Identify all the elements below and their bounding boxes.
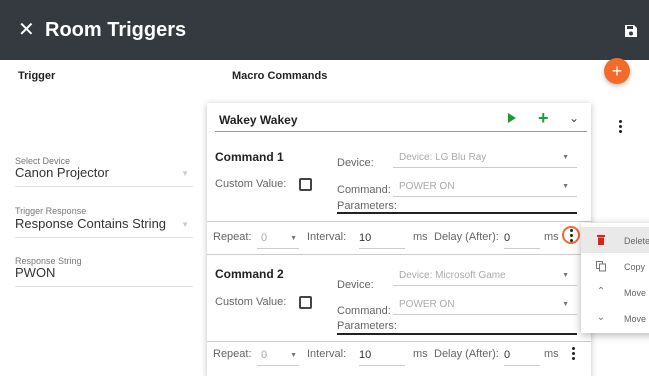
command-2-interval-value: 10	[359, 349, 372, 361]
command-1-interval-input[interactable]: 10	[359, 229, 405, 249]
command-1-interval-unit: ms	[413, 231, 428, 243]
command-2-device-value: Device: Microsoft Game	[399, 270, 506, 281]
kebab-icon[interactable]	[569, 229, 573, 242]
trigger-response-value: Response Contains String	[15, 216, 167, 231]
select-device-value: Canon Projector	[15, 165, 109, 180]
divider	[207, 221, 591, 222]
dropdown-caret-icon: ▼	[562, 272, 569, 279]
trigger-response-label: Trigger Response	[15, 206, 87, 216]
menu-item-move-down[interactable]: ⌄ Move Down	[581, 305, 649, 331]
command-1-repeat-label: Repeat:	[213, 231, 252, 243]
command-1-delay-label: Delay (After):	[434, 231, 499, 243]
command-2-delay-input[interactable]: 0	[504, 346, 540, 366]
command-1-delay-input[interactable]: 0	[504, 229, 540, 249]
command-2-command-select[interactable]: POWER ON ▼	[393, 293, 577, 315]
command-1-device-label: Device:	[337, 157, 374, 169]
menu-item-label: Delete	[624, 236, 649, 246]
app-header: ✕ Room Triggers	[0, 0, 649, 60]
page-title: Room Triggers	[45, 19, 187, 41]
command-2-interval-label: Interval:	[307, 348, 347, 360]
command-2-repeat-select[interactable]: 0 ▼	[257, 346, 299, 366]
response-string-input[interactable]: PWON	[15, 265, 193, 287]
command-2-custom-value-label: Custom Value:	[215, 296, 287, 308]
command-1-interval-value: 10	[359, 232, 372, 244]
context-menu: Delete Copy ⌃ Move Up ⌄ Move Down	[581, 223, 649, 333]
kebab-icon[interactable]	[571, 347, 575, 360]
command-2-repeat-label: Repeat:	[213, 348, 252, 360]
command-1-parameters-label: Parameters:	[337, 200, 397, 212]
select-device-dropdown[interactable]: Canon Projector ▼	[15, 165, 193, 187]
command-1-custom-value-label: Custom Value:	[215, 178, 287, 190]
dropdown-caret-icon: ▼	[562, 301, 569, 308]
command-2-command-value: POWER ON	[399, 299, 455, 310]
dropdown-caret-icon: ▼	[562, 183, 569, 190]
command-1-command-select[interactable]: POWER ON ▼	[393, 175, 577, 197]
macro-name-underline	[215, 131, 587, 132]
macro-name[interactable]: Wakey Wakey	[219, 113, 298, 127]
chevron-up-icon: ⌃	[596, 286, 606, 297]
menu-item-copy[interactable]: Copy	[581, 253, 649, 279]
menu-item-label: Copy	[624, 262, 646, 272]
add-command-icon[interactable]: +	[538, 108, 549, 128]
close-icon[interactable]: ✕	[18, 18, 35, 42]
trash-icon	[597, 235, 605, 245]
command-2-delay-value: 0	[504, 349, 511, 361]
trigger-response-dropdown[interactable]: Response Contains String ▼	[15, 216, 193, 238]
divider	[207, 341, 591, 342]
macro-menu-kebab-icon[interactable]	[618, 120, 622, 133]
command-2-parameters-label: Parameters:	[337, 320, 397, 332]
dropdown-caret-icon: ▼	[290, 235, 297, 242]
divider	[207, 254, 591, 255]
command-2-interval-input[interactable]: 10	[359, 346, 405, 366]
add-macro-button[interactable]: +	[604, 58, 630, 84]
command-1-repeat-select[interactable]: 0 ▼	[257, 229, 299, 249]
command-2-parameters-underline[interactable]	[337, 333, 577, 335]
command-1-repeat-value: 0	[261, 232, 268, 244]
command-1-title: Command 1	[215, 150, 284, 164]
menu-item-delete[interactable]: Delete	[581, 227, 649, 253]
command-1-delay-value: 0	[504, 232, 511, 244]
macro-commands-column-header: Macro Commands	[232, 70, 328, 82]
copy-icon	[596, 261, 606, 272]
dropdown-caret-icon: ▼	[562, 154, 569, 161]
menu-item-label: Move Up	[624, 288, 649, 298]
command-1-command-label: Command:	[337, 184, 391, 196]
plus-icon: +	[611, 61, 623, 81]
command-2-command-label: Command:	[337, 305, 391, 317]
command-1-parameters-underline[interactable]	[337, 212, 577, 214]
command-1-interval-label: Interval:	[307, 231, 347, 243]
command-2-delay-unit: ms	[544, 348, 559, 360]
command-2-delay-label: Delay (After):	[434, 348, 499, 360]
chevron-down-icon[interactable]: ⌄	[569, 111, 579, 125]
play-icon[interactable]	[508, 113, 516, 123]
menu-item-label: Move Down	[624, 314, 649, 324]
command-2-device-label: Device:	[337, 279, 374, 291]
save-icon[interactable]	[624, 24, 638, 38]
command-2-custom-value-checkbox[interactable]	[299, 296, 312, 309]
command-1-device-value: Device: LG Blu Ray	[399, 152, 487, 163]
dropdown-caret-icon: ▼	[181, 220, 189, 229]
command-1-command-value: POWER ON	[399, 181, 455, 192]
command-1-custom-value-checkbox[interactable]	[299, 178, 312, 191]
response-string-value: PWON	[15, 265, 56, 280]
command-2-device-select[interactable]: Device: Microsoft Game ▼	[393, 264, 577, 286]
command-2-title: Command 2	[215, 267, 284, 281]
trigger-column-header: Trigger	[18, 70, 56, 82]
chevron-down-icon: ⌄	[596, 312, 606, 323]
menu-item-move-up[interactable]: ⌃ Move Up	[581, 279, 649, 305]
command-2-repeat-value: 0	[261, 349, 268, 361]
command-2-interval-unit: ms	[413, 348, 428, 360]
dropdown-caret-icon: ▼	[181, 169, 189, 178]
macro-card: Wakey Wakey + ⌄ Command 1 Device: Device…	[207, 103, 591, 376]
command-1-delay-unit: ms	[544, 231, 559, 243]
dropdown-caret-icon: ▼	[290, 352, 297, 359]
command-1-device-select[interactable]: Device: LG Blu Ray ▼	[393, 146, 577, 168]
